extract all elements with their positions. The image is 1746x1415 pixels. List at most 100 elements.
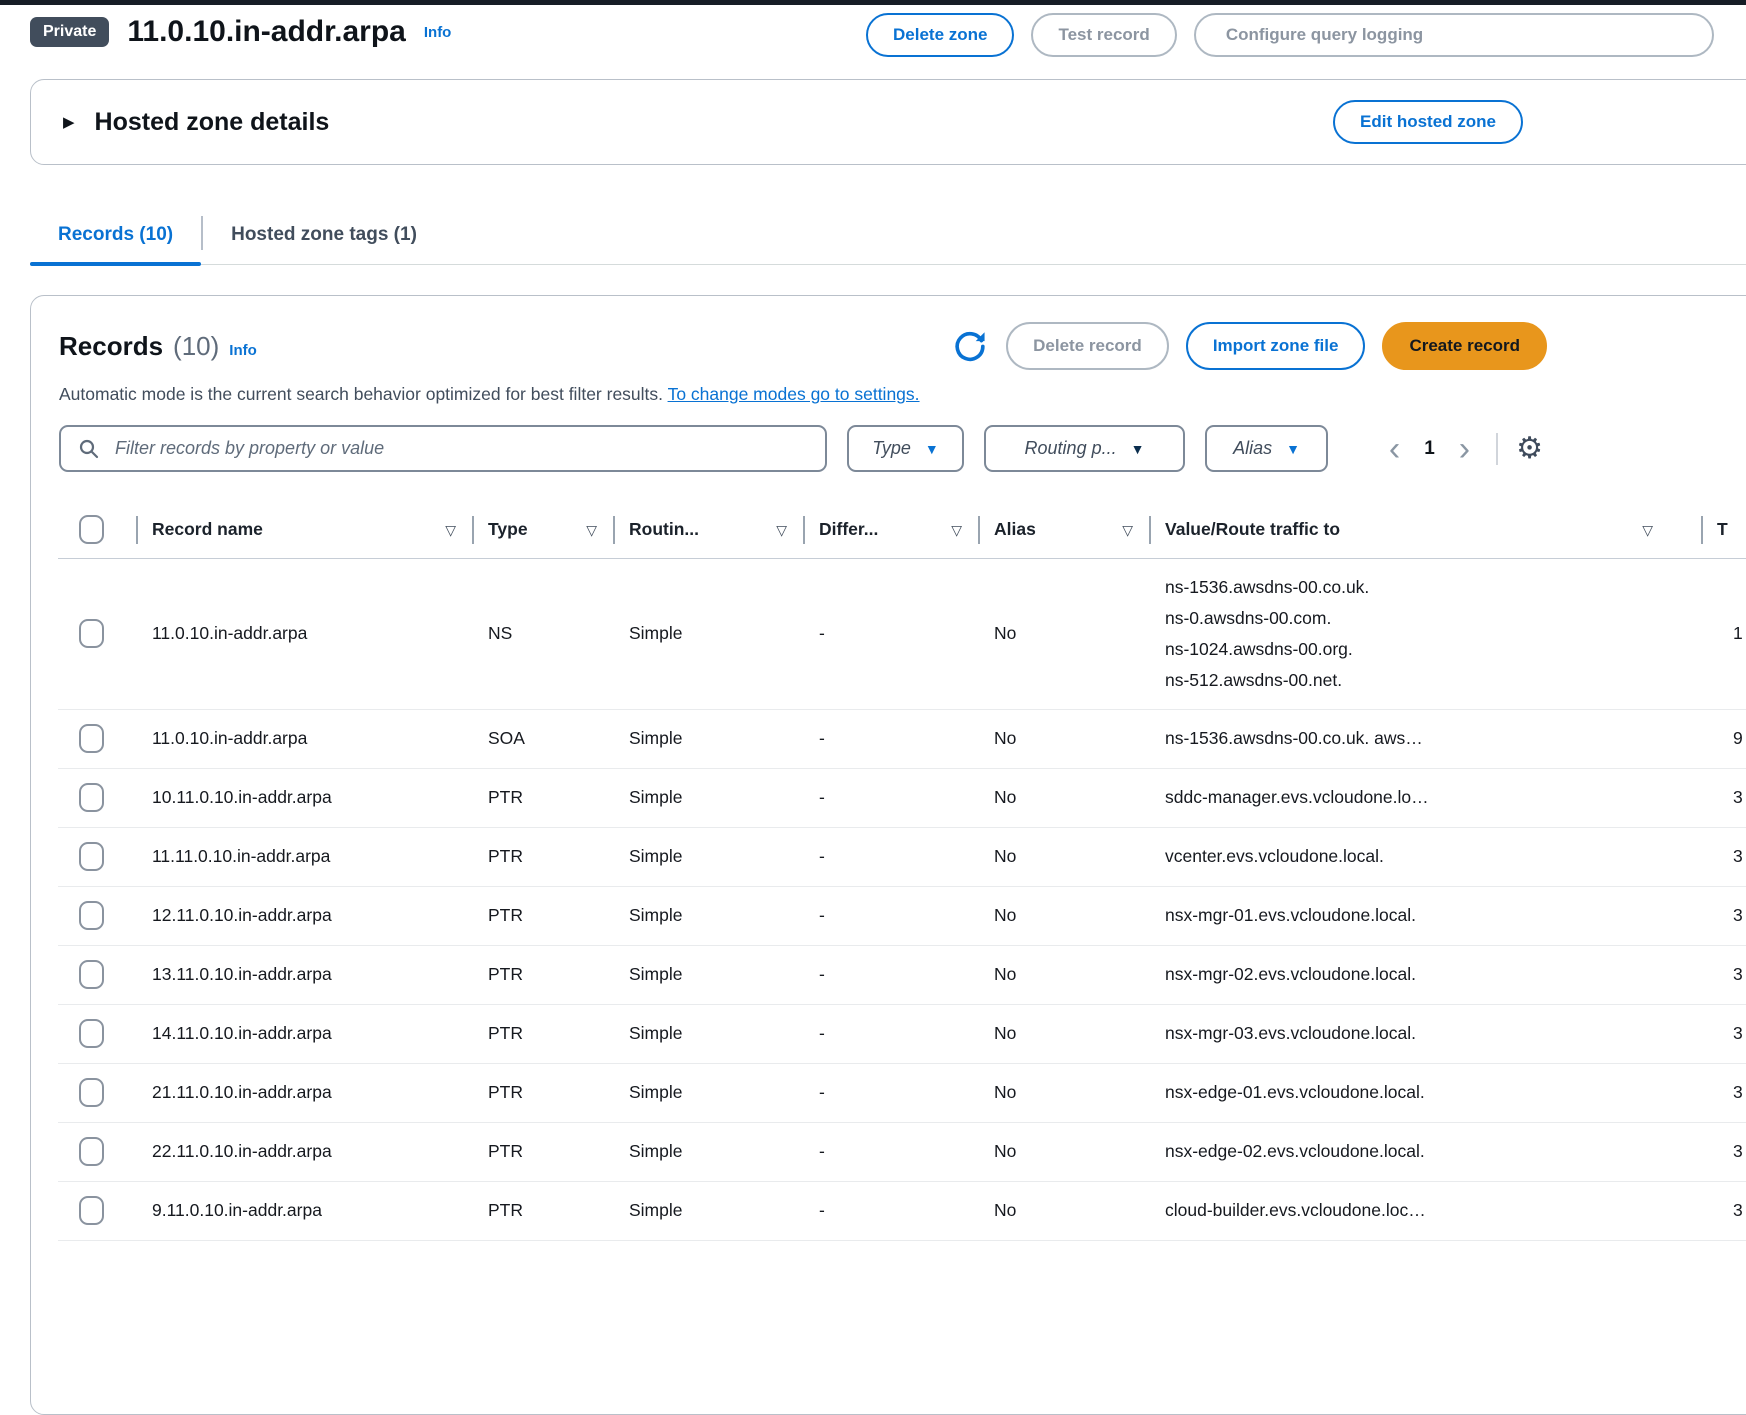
differentiator-cell: - <box>803 827 978 886</box>
sort-icon[interactable] <box>776 519 787 540</box>
differentiator-cell: - <box>803 1181 978 1240</box>
record-type-cell: NS <box>472 558 613 709</box>
table-row: 12.11.0.10.in-addr.arpa PTR Simple - No … <box>58 886 1746 945</box>
value-cell: sddc-manager.evs.vcloudone.lo… <box>1149 768 1701 827</box>
create-record-button[interactable]: Create record <box>1382 322 1547 370</box>
row-checkbox[interactable] <box>79 842 104 871</box>
configure-query-logging-button[interactable]: Configure query logging <box>1194 13 1714 57</box>
row-checkbox[interactable] <box>79 619 104 648</box>
row-checkbox[interactable] <box>79 783 104 812</box>
column-alias[interactable]: Alias <box>978 502 1149 558</box>
column-routing[interactable]: Routin... <box>613 502 803 558</box>
row-checkbox[interactable] <box>79 724 104 753</box>
ttl-cell: 3 <box>1701 1004 1746 1063</box>
value-line: ns-1024.awsdns-00.org. <box>1165 634 1685 665</box>
record-name-cell: 10.11.0.10.in-addr.arpa <box>136 768 472 827</box>
record-name-cell: 22.11.0.10.in-addr.arpa <box>136 1122 472 1181</box>
alias-cell: No <box>978 827 1149 886</box>
column-record-name[interactable]: Record name <box>136 502 472 558</box>
row-checkbox[interactable] <box>79 960 104 989</box>
differentiator-cell: - <box>803 709 978 768</box>
record-type-cell: PTR <box>472 1004 613 1063</box>
sort-icon[interactable] <box>1642 519 1653 540</box>
delete-zone-button[interactable]: Delete zone <box>866 13 1014 57</box>
value-cell: nsx-edge-01.evs.vcloudone.local. <box>1149 1063 1701 1122</box>
row-checkbox[interactable] <box>79 1078 104 1107</box>
alias-cell: No <box>978 1122 1149 1181</box>
record-name-cell: 12.11.0.10.in-addr.arpa <box>136 886 472 945</box>
value-cell: nsx-mgr-03.evs.vcloudone.local. <box>1149 1004 1701 1063</box>
column-type[interactable]: Type <box>472 502 613 558</box>
table-settings-button[interactable] <box>1516 431 1543 466</box>
differentiator-cell: - <box>803 1004 978 1063</box>
current-page[interactable]: 1 <box>1416 438 1443 460</box>
routing-policy-cell: Simple <box>613 709 803 768</box>
test-record-button[interactable]: Test record <box>1031 13 1176 57</box>
column-value-label: Value/Route traffic to <box>1165 519 1340 540</box>
column-ttl-label: T <box>1717 519 1728 540</box>
value-line: nsx-mgr-01.evs.vcloudone.local. <box>1165 900 1685 931</box>
value-line: nsx-mgr-02.evs.vcloudone.local. <box>1165 959 1685 990</box>
table-row: 11.0.10.in-addr.arpa SOA Simple - No ns-… <box>58 709 1746 768</box>
table-row: 9.11.0.10.in-addr.arpa PTR Simple - No c… <box>58 1181 1746 1240</box>
search-mode-note: Automatic mode is the current search beh… <box>31 370 1746 405</box>
value-line: cloud-builder.evs.vcloudone.loc… <box>1165 1195 1685 1226</box>
value-line: nsx-edge-01.evs.vcloudone.local. <box>1165 1077 1685 1108</box>
alias-cell: No <box>978 886 1149 945</box>
hosted-zone-details-title: Hosted zone details <box>95 108 330 137</box>
records-info-link[interactable]: Info <box>229 342 257 359</box>
import-zone-file-button[interactable]: Import zone file <box>1186 322 1366 370</box>
edit-hosted-zone-button[interactable]: Edit hosted zone <box>1333 100 1523 144</box>
filter-records-searchbox[interactable] <box>59 425 827 472</box>
select-all-checkbox[interactable] <box>79 515 104 544</box>
table-row: 13.11.0.10.in-addr.arpa PTR Simple - No … <box>58 945 1746 1004</box>
delete-record-button[interactable]: Delete record <box>1006 322 1169 370</box>
column-value[interactable]: Value/Route traffic to <box>1149 502 1701 558</box>
record-type-cell: PTR <box>472 768 613 827</box>
page-title: 11.0.10.in-addr.arpa <box>127 15 405 49</box>
private-badge: Private <box>30 17 109 47</box>
row-checkbox[interactable] <box>79 1019 104 1048</box>
tab-records[interactable]: Records (10) <box>30 224 201 264</box>
pagination-divider <box>1496 433 1498 465</box>
sort-icon[interactable] <box>1122 519 1133 540</box>
ttl-cell: 3 <box>1701 1181 1746 1240</box>
record-name-cell: 9.11.0.10.in-addr.arpa <box>136 1181 472 1240</box>
filter-dropdown[interactable]: Routing p... <box>984 425 1185 472</box>
sort-icon[interactable] <box>586 519 597 540</box>
hosted-zone-details-toggle[interactable]: Hosted zone details <box>63 108 329 137</box>
alias-cell: No <box>978 709 1149 768</box>
ttl-cell: 3 <box>1701 1063 1746 1122</box>
differentiator-cell: - <box>803 1063 978 1122</box>
column-differentiator[interactable]: Differ... <box>803 502 978 558</box>
value-line: ns-0.awsdns-00.com. <box>1165 603 1685 634</box>
differentiator-cell: - <box>803 768 978 827</box>
refresh-button[interactable] <box>951 327 989 365</box>
records-table: Record name Type Routin... Differ... Ali… <box>58 502 1746 1241</box>
row-checkbox[interactable] <box>79 1137 104 1166</box>
records-panel: Records (10) Info Delete record Import z… <box>30 295 1746 1415</box>
ttl-cell: 3 <box>1701 768 1746 827</box>
change-modes-link[interactable]: To change modes go to settings. <box>668 384 920 404</box>
filter-dropdown[interactable]: Alias <box>1205 425 1328 472</box>
record-type-cell: SOA <box>472 709 613 768</box>
table-row: 14.11.0.10.in-addr.arpa PTR Simple - No … <box>58 1004 1746 1063</box>
tab-hosted-zone-tags[interactable]: Hosted zone tags (1) <box>203 224 445 264</box>
previous-page-button[interactable] <box>1381 432 1408 466</box>
column-ttl[interactable]: T <box>1701 502 1746 558</box>
sort-icon[interactable] <box>951 519 962 540</box>
record-type-cell: PTR <box>472 886 613 945</box>
differentiator-cell: - <box>803 1122 978 1181</box>
column-differentiator-label: Differ... <box>819 519 878 540</box>
routing-policy-cell: Simple <box>613 558 803 709</box>
next-page-button[interactable] <box>1451 432 1478 466</box>
row-checkbox[interactable] <box>79 901 104 930</box>
routing-policy-cell: Simple <box>613 886 803 945</box>
row-checkbox[interactable] <box>79 1196 104 1225</box>
zone-info-link[interactable]: Info <box>424 24 452 41</box>
sort-icon[interactable] <box>445 519 456 540</box>
record-type-cell: PTR <box>472 827 613 886</box>
value-line: ns-512.awsdns-00.net. <box>1165 665 1685 696</box>
filter-dropdown[interactable]: Type <box>847 425 964 472</box>
filter-records-input[interactable] <box>113 437 809 460</box>
